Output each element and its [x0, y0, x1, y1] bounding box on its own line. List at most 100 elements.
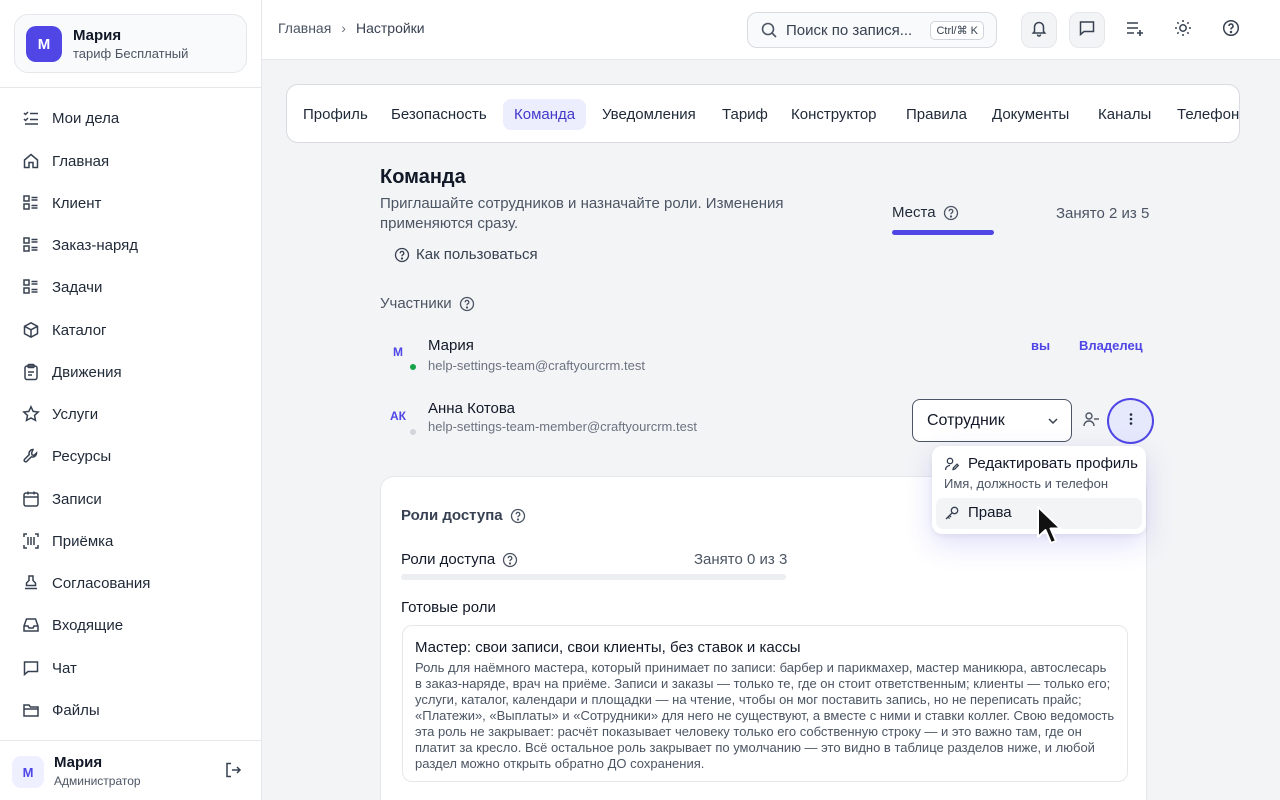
sidebar-item-home[interactable]: Главная — [20, 146, 245, 176]
sidebar-item-appointments[interactable]: Записи — [20, 484, 245, 514]
sidebar-item-work-order[interactable]: Заказ-наряд — [20, 230, 245, 260]
list-add-icon — [1125, 18, 1145, 43]
owner-badge: Владелец — [1079, 338, 1143, 353]
home-icon — [20, 150, 42, 172]
sidebar-item-resources[interactable]: Ресурсы — [20, 441, 245, 471]
tab-team[interactable]: Команда — [503, 99, 587, 130]
user-edit-icon — [944, 456, 960, 472]
ready-roles-label: Готовые роли — [401, 599, 496, 616]
sidebar-item-label: Каталог — [52, 321, 107, 339]
mouse-cursor-icon — [1037, 506, 1062, 544]
members-label: Участники — [380, 295, 475, 312]
search-input[interactable]: Поиск по запися... Ctrl/⌘ K — [747, 12, 997, 48]
sidebar-item-label: Приёмка — [52, 532, 114, 550]
sidebar-item-label: Ресурсы — [52, 447, 112, 465]
topbar: Главная › Настройки Поиск по запися... C… — [262, 0, 1280, 60]
remove-member-button[interactable] — [1080, 410, 1102, 432]
preset-role-card[interactable]: Мастер: свои записи, свои клиенты, без с… — [402, 625, 1128, 782]
calendar-icon — [20, 488, 42, 510]
avatar: АК — [390, 409, 406, 423]
folder-icon — [20, 699, 42, 721]
sidebar-item-inbox[interactable]: Входящие — [20, 610, 245, 640]
sidebar-item-files[interactable]: Файлы — [20, 695, 245, 725]
tab-notifications[interactable]: Уведомления — [602, 99, 696, 130]
sidebar-item-movements[interactable]: Движения — [20, 357, 245, 387]
avatar: М — [12, 756, 44, 788]
roles-title: Роли доступа — [401, 507, 526, 524]
menu-item-label: Права — [968, 504, 1012, 521]
breadcrumb: Главная › Настройки — [278, 20, 425, 36]
user-role: Администратор — [54, 774, 141, 788]
online-status-dot — [410, 364, 416, 370]
sidebar-item-tasks[interactable]: Задачи — [20, 272, 245, 302]
menu-item-label: Редактировать профиль — [968, 455, 1138, 472]
tab-profile[interactable]: Профиль — [303, 99, 368, 130]
member-email: help-settings-team-member@craftyourcrm.t… — [428, 419, 697, 434]
tab-rules[interactable]: Правила — [906, 99, 967, 130]
page-description: Приглашайте сотрудников и назначайте рол… — [380, 195, 784, 232]
tab-documents[interactable]: Документы — [992, 99, 1069, 130]
sidebar-item-intake[interactable]: Приёмка — [20, 526, 245, 556]
seats-label: Места — [892, 204, 959, 221]
sidebar: М Мария тариф Бесплатный Мои дела Главна… — [0, 0, 262, 800]
sidebar-item-catalog[interactable]: Каталог — [20, 315, 245, 345]
sidebar-item-approvals[interactable]: Согласования — [20, 568, 245, 598]
list-icon — [20, 234, 42, 256]
tab-plan[interactable]: Тариф — [722, 99, 768, 130]
seats-label-text: Места — [892, 204, 936, 221]
member-role-select[interactable]: Сотрудник — [912, 399, 1072, 442]
chat-icon — [20, 657, 42, 679]
sidebar-item-label: Услуги — [52, 405, 99, 423]
sidebar-item-client[interactable]: Клиент — [20, 188, 245, 218]
task-list-icon — [20, 107, 42, 129]
tab-telephony[interactable]: Телефони — [1177, 99, 1239, 130]
help-icon[interactable] — [502, 552, 518, 568]
sidebar-item-my-tasks[interactable]: Мои дела — [20, 103, 245, 133]
user-name: Мария — [54, 754, 103, 771]
chevron-down-icon — [1045, 413, 1061, 429]
search-placeholder: Поиск по запися... — [786, 21, 913, 39]
messages-button[interactable] — [1069, 12, 1105, 48]
more-vertical-icon — [1123, 411, 1139, 432]
preset-role-title: Мастер: свои записи, свои клиенты, без с… — [415, 639, 801, 656]
member-more-button[interactable] — [1107, 398, 1154, 444]
account-switcher[interactable]: М Мария тариф Бесплатный — [14, 14, 247, 73]
how-to-label: Как пользоваться — [416, 246, 538, 263]
user-minus-icon — [1082, 410, 1100, 433]
member-email: help-settings-team@craftyourcrm.test — [428, 358, 645, 373]
sidebar-item-label: Главная — [52, 152, 110, 170]
roles-title-text: Роли доступа — [401, 507, 503, 524]
add-task-button[interactable] — [1117, 12, 1153, 48]
help-icon[interactable] — [459, 296, 475, 312]
seats-usage: Занято 2 из 5 — [1056, 205, 1150, 222]
breadcrumb-current: Настройки — [355, 20, 425, 36]
how-to-link[interactable]: Как пользоваться — [394, 246, 538, 263]
help-icon[interactable] — [510, 508, 526, 524]
notifications-button[interactable] — [1021, 12, 1057, 48]
logout-button[interactable] — [222, 761, 244, 783]
theme-toggle-button[interactable] — [1165, 12, 1201, 48]
account-name: Мария — [73, 27, 122, 44]
tab-channels[interactable]: Каналы — [1098, 99, 1151, 130]
sidebar-item-label: Клиент — [52, 194, 102, 212]
sidebar-divider — [0, 87, 262, 88]
chat-icon — [1078, 19, 1096, 42]
list-icon — [20, 276, 42, 298]
bell-icon — [1030, 19, 1048, 42]
sidebar-item-services[interactable]: Услуги — [20, 399, 245, 429]
tab-security[interactable]: Безопасность — [391, 99, 487, 130]
settings-tabs: Профиль Безопасность Команда Уведомления… — [286, 84, 1240, 143]
roles-subtitle: Роли доступа — [401, 551, 518, 568]
breadcrumb-home[interactable]: Главная — [278, 20, 331, 36]
star-icon — [20, 403, 42, 425]
roles-subtitle-text: Роли доступа — [401, 551, 496, 568]
list-icon — [20, 192, 42, 214]
preset-role-description: Роль для наёмного мастера, который прини… — [415, 660, 1115, 771]
roles-usage: Занято 0 из 3 — [694, 551, 788, 568]
box-icon — [20, 319, 42, 341]
tab-builder[interactable]: Конструктор — [791, 99, 877, 130]
help-icon[interactable] — [943, 205, 959, 221]
sidebar-item-chat[interactable]: Чат — [20, 653, 245, 683]
help-button[interactable] — [1213, 12, 1249, 48]
sidebar-item-label: Согласования — [52, 574, 151, 592]
